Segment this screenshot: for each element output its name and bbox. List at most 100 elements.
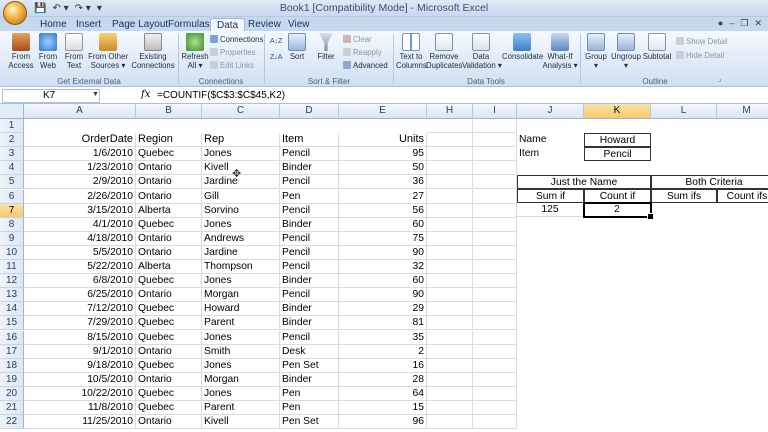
sum-ifs-header[interactable]: Sum ifs (651, 189, 717, 203)
empty-cell[interactable] (427, 344, 473, 359)
empty-cell[interactable] (473, 231, 517, 246)
empty-cell[interactable] (427, 274, 473, 289)
table-cell-order-date[interactable]: 3/15/2010 (24, 203, 136, 218)
table-cell-region[interactable]: Quebec (136, 401, 202, 415)
table-cell-order-date[interactable]: 9/18/2010 (24, 358, 136, 373)
column-header-c[interactable]: C (202, 104, 280, 119)
table-cell-units[interactable]: 60 (339, 274, 427, 289)
table-cell-order-date[interactable]: 1/23/2010 (24, 161, 136, 176)
empty-cell[interactable] (473, 415, 517, 430)
table-cell-item[interactable]: Pencil (280, 231, 339, 246)
chevron-down-icon[interactable]: ▼ (92, 91, 99, 98)
table-cell-units[interactable]: 50 (339, 161, 427, 176)
empty-cell[interactable] (427, 245, 473, 260)
table-cell-rep[interactable]: Jones (202, 147, 280, 162)
table-cell-item[interactable]: Pencil (280, 203, 339, 218)
table-cell-rep[interactable]: Jones (202, 330, 280, 345)
tab-data[interactable]: Data (210, 18, 246, 32)
empty-cell[interactable] (473, 161, 517, 176)
formula-input[interactable]: =COUNTIF($C$3:$C$45,K2) (157, 90, 285, 101)
table-cell-item[interactable]: Pencil (280, 330, 339, 345)
empty-cell[interactable] (427, 386, 473, 401)
table-cell-region[interactable]: Ontario (136, 372, 202, 387)
table-cell-rep[interactable]: Morgan (202, 372, 280, 387)
table-cell-units[interactable]: 36 (339, 175, 427, 190)
help-icon[interactable]: ● (718, 18, 723, 29)
empty-cell[interactable] (473, 330, 517, 345)
table-cell-item[interactable]: Binder (280, 302, 339, 317)
table-cell-item[interactable]: Binder (280, 316, 339, 331)
row-header-5[interactable]: 5 (0, 175, 24, 190)
table-cell-region[interactable]: Ontario (136, 415, 202, 430)
count-if-header[interactable]: Count if (584, 189, 651, 203)
row-header-19[interactable]: 19 (0, 372, 24, 387)
table-cell-units[interactable]: 2 (339, 344, 427, 359)
item-value-cell[interactable]: Pencil (584, 147, 651, 161)
empty-cell[interactable] (473, 217, 517, 232)
restore-icon[interactable]: ❐ (740, 18, 748, 29)
filter-button[interactable]: Filter (314, 33, 338, 62)
table-cell-region[interactable]: Ontario (136, 344, 202, 359)
table-cell-region[interactable]: Ontario (136, 231, 202, 246)
table-cell-region[interactable]: Alberta (136, 260, 202, 274)
table-cell-item[interactable]: Pen (280, 401, 339, 415)
row-header-18[interactable]: 18 (0, 358, 24, 373)
table-cell-region[interactable]: Ontario (136, 288, 202, 303)
table-cell-region[interactable]: Quebec (136, 316, 202, 331)
table-cell-order-date[interactable]: 5/22/2010 (24, 260, 136, 274)
empty-cell[interactable] (427, 147, 473, 162)
row-header-11[interactable]: 11 (0, 260, 24, 274)
subtotal-button[interactable]: Subtotal (642, 33, 672, 62)
table-cell-rep[interactable]: Jones (202, 274, 280, 289)
table-cell-order-date[interactable]: 4/1/2010 (24, 217, 136, 232)
table-cell-order-date[interactable]: 7/29/2010 (24, 316, 136, 331)
connections-button[interactable]: Connections (210, 35, 263, 45)
advanced-filter-button[interactable]: Advanced (343, 61, 388, 71)
name-label-cell[interactable]: Name (517, 133, 584, 147)
table-cell-rep[interactable]: Jones (202, 386, 280, 401)
table-cell-item[interactable]: Pen (280, 386, 339, 401)
what-if-analysis-button[interactable]: What-If Analysis ▾ (542, 33, 578, 70)
tab-view[interactable]: View (282, 18, 316, 32)
empty-cell[interactable] (473, 245, 517, 260)
empty-cell[interactable] (473, 288, 517, 303)
table-cell-order-date[interactable]: 2/26/2010 (24, 189, 136, 204)
column-heading-units[interactable]: Units (339, 133, 427, 148)
insert-function-icon[interactable]: fx (141, 89, 150, 100)
row-header-6[interactable]: 6 (0, 189, 24, 204)
empty-cell[interactable] (427, 316, 473, 331)
column-heading-rep[interactable]: Rep (202, 133, 280, 148)
table-cell-item[interactable]: Pencil (280, 147, 339, 162)
item-label-cell[interactable]: Item (517, 147, 584, 161)
table-cell-region[interactable]: Quebec (136, 358, 202, 373)
column-header-a[interactable]: A (24, 104, 136, 119)
empty-cell[interactable] (473, 344, 517, 359)
empty-cell[interactable] (473, 358, 517, 373)
refresh-all-button[interactable]: Refresh All ▾ (180, 33, 210, 70)
empty-cell[interactable] (473, 316, 517, 331)
tab-insert[interactable]: Insert (70, 18, 107, 32)
table-cell-rep[interactable]: Parent (202, 401, 280, 415)
table-cell-rep[interactable]: Andrews (202, 231, 280, 246)
table-cell-units[interactable]: 90 (339, 245, 427, 260)
table-cell-region[interactable]: Quebec (136, 147, 202, 162)
row-header-8[interactable]: 8 (0, 217, 24, 232)
table-cell-rep[interactable]: Thompson (202, 260, 280, 274)
column-heading-region[interactable]: Region (136, 133, 202, 148)
empty-cell[interactable] (427, 133, 473, 148)
row-header-22[interactable]: 22 (0, 415, 24, 430)
empty-cell[interactable] (427, 401, 473, 415)
remove-duplicates-button[interactable]: Remove Duplicates (426, 33, 462, 70)
column-header-m[interactable]: M (717, 104, 768, 119)
table-cell-order-date[interactable]: 2/9/2010 (24, 175, 136, 190)
column-header-k[interactable]: K (584, 104, 651, 119)
empty-cell[interactable] (427, 161, 473, 176)
table-cell-order-date[interactable]: 10/5/2010 (24, 372, 136, 387)
sum-if-value-cell[interactable]: 125 (517, 203, 584, 217)
table-cell-region[interactable]: Alberta (136, 203, 202, 218)
table-cell-rep[interactable]: Jones (202, 358, 280, 373)
empty-cell[interactable] (427, 372, 473, 387)
consolidate-button[interactable]: Consolidate (502, 33, 543, 62)
table-cell-order-date[interactable]: 11/8/2010 (24, 401, 136, 415)
data-validation-button[interactable]: Data Validation ▾ (462, 33, 502, 70)
